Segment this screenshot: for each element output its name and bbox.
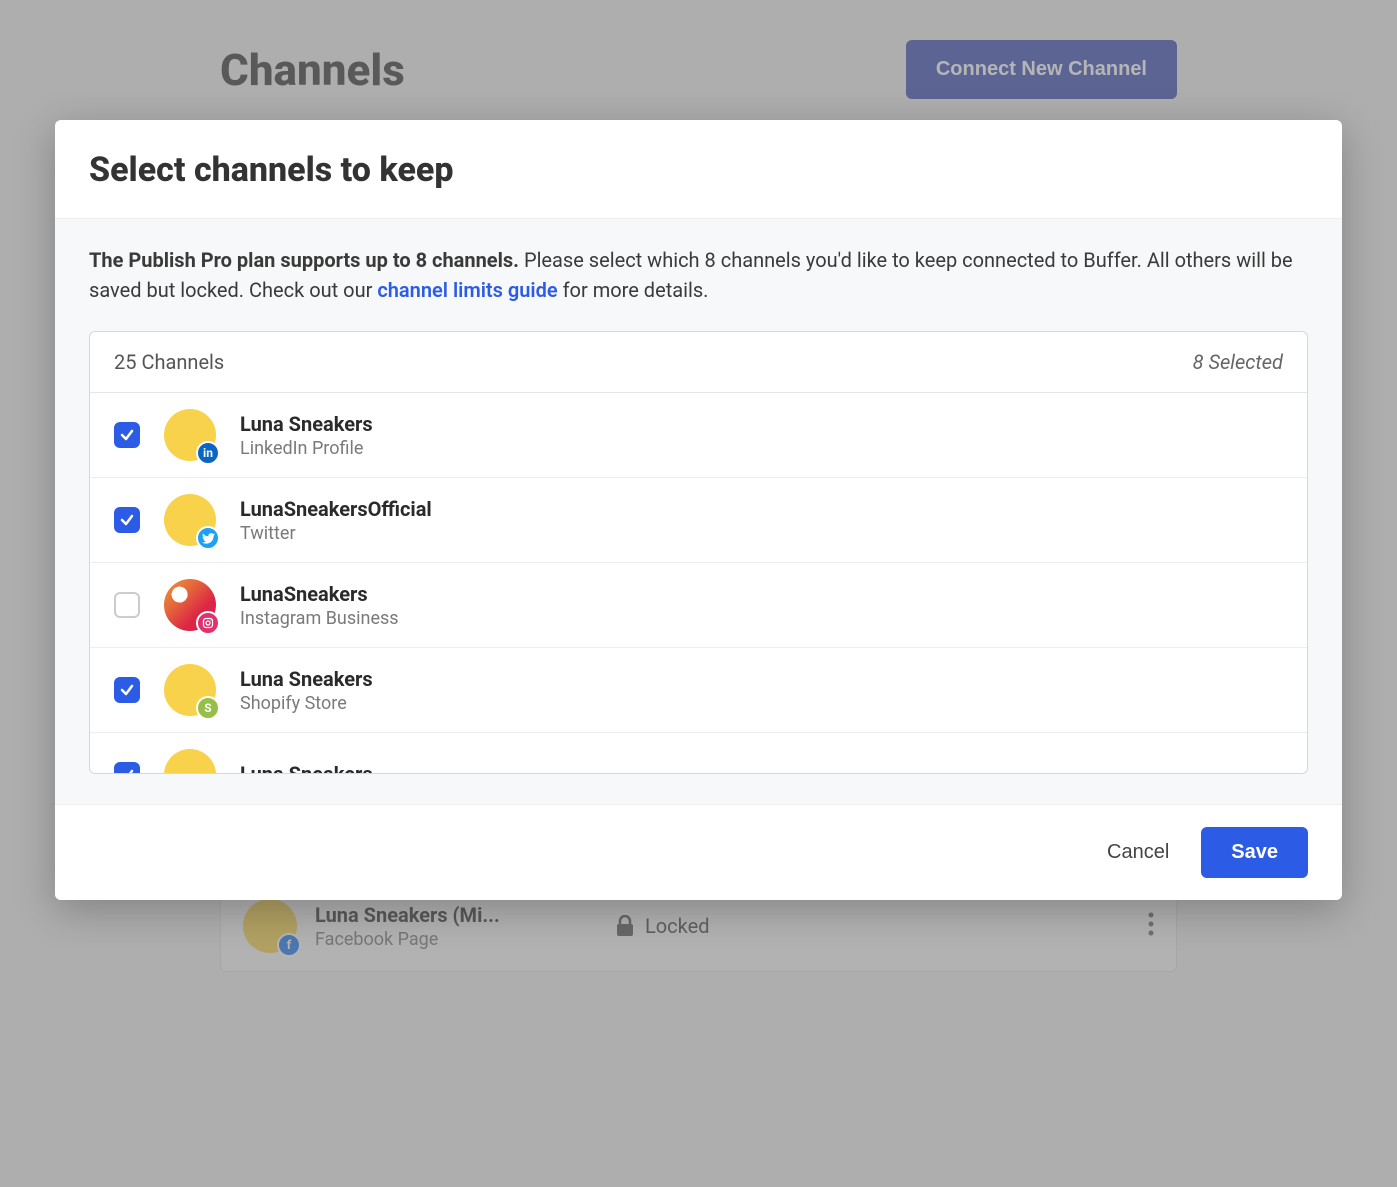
avatar: S [164,664,216,716]
channel-name: Luna Sneakers [240,667,373,691]
channel-row[interactable]: in Luna Sneakers LinkedIn Profile [90,393,1307,478]
instagram-icon [196,611,220,635]
avatar [164,494,216,546]
check-icon [119,512,135,528]
channel-row[interactable]: LunaSneakersOfficial Twitter [90,478,1307,563]
check-icon [119,767,135,773]
channels-count-label: 25 Channels [114,350,224,374]
shopify-icon: S [196,696,220,720]
channel-checkbox[interactable] [114,507,140,533]
linkedin-icon: in [196,441,220,465]
channel-subtitle: Instagram Business [240,608,399,629]
channel-subtitle: Twitter [240,523,432,544]
avatar: in [164,409,216,461]
check-icon [119,427,135,443]
channel-limits-guide-link[interactable]: channel limits guide [377,278,557,302]
modal-description: The Publish Pro plan supports up to 8 ch… [89,245,1308,305]
channel-row[interactable]: Luna Sneakers [90,733,1307,773]
channel-subtitle: LinkedIn Profile [240,438,373,459]
channel-row[interactable]: S Luna Sneakers Shopify Store [90,648,1307,733]
cancel-button[interactable]: Cancel [1107,841,1169,864]
channel-subtitle: Shopify Store [240,693,373,714]
avatar [164,579,216,631]
channels-selected-label: 8 Selected [1193,350,1283,374]
channel-checkbox[interactable] [114,592,140,618]
channel-row[interactable]: LunaSneakers Instagram Business [90,563,1307,648]
channel-checkbox[interactable] [114,762,140,773]
channel-checkbox[interactable] [114,677,140,703]
channel-name: Luna Sneakers [240,762,373,773]
modal-description-bold: The Publish Pro plan supports up to 8 ch… [89,248,519,272]
modal-title: Select channels to keep [55,120,1342,219]
check-icon [119,682,135,698]
twitter-icon [196,526,220,550]
modal-description-text2: for more details. [558,278,709,302]
channels-list: 25 Channels 8 Selected in Luna Sneakers … [89,331,1308,774]
channel-name: LunaSneakersOfficial [240,497,432,521]
save-button[interactable]: Save [1201,827,1308,878]
channel-checkbox[interactable] [114,422,140,448]
channel-name: Luna Sneakers [240,412,373,436]
channel-name: LunaSneakers [240,582,399,606]
avatar [164,749,216,773]
channels-scroll[interactable]: in Luna Sneakers LinkedIn Profile [90,393,1307,773]
select-channels-modal: Select channels to keep The Publish Pro … [55,120,1342,900]
